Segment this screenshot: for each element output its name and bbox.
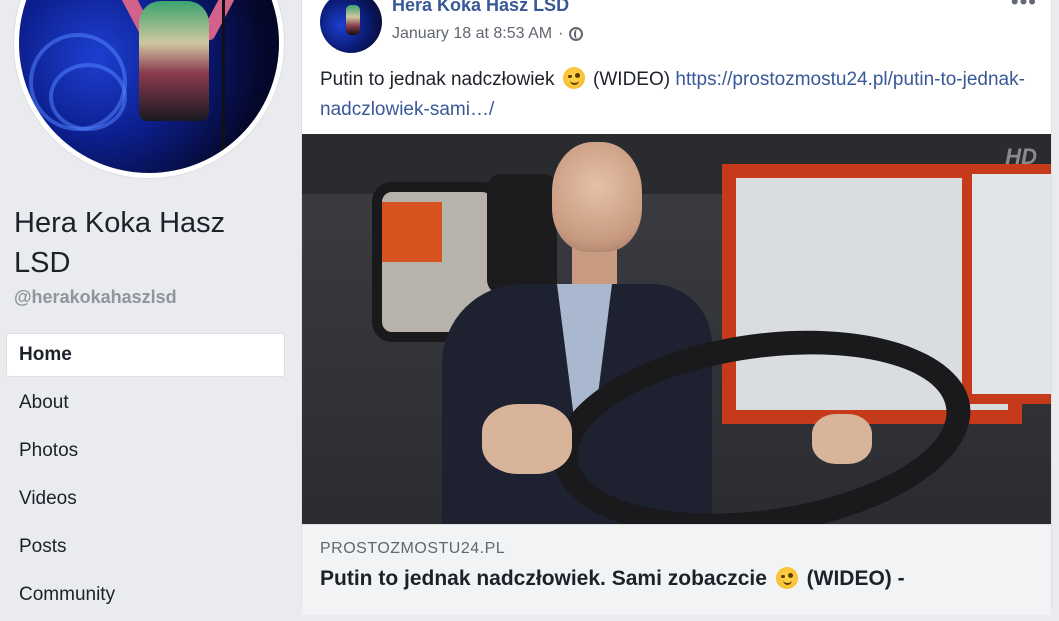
more-options-icon[interactable]: ••• bbox=[1011, 0, 1037, 13]
page-title[interactable]: Hera Koka Hasz LSD bbox=[14, 203, 274, 283]
nav-item-community[interactable]: Community bbox=[6, 573, 285, 617]
meta-separator: · bbox=[558, 25, 564, 42]
post-timestamp[interactable]: January 18 at 8:53 AM bbox=[392, 25, 552, 43]
post-message: Putin to jednak nadczłowiek (WIDEO) http… bbox=[320, 65, 1040, 125]
link-title-text: Putin to jednak nadczłowiek. Sami zobacz… bbox=[320, 567, 767, 590]
feed-post: Hera Koka Hasz LSD January 18 at 8:53 AM… bbox=[301, 0, 1052, 615]
page-navigation: Home About Photos Videos Posts Community bbox=[6, 333, 285, 621]
winking-face-icon bbox=[775, 567, 798, 589]
page-username[interactable]: @herakokahaszlsd bbox=[14, 287, 177, 308]
nav-item-about[interactable]: About bbox=[6, 381, 285, 425]
nav-item-posts[interactable]: Posts bbox=[6, 525, 285, 569]
nav-item-home[interactable]: Home bbox=[6, 333, 285, 377]
post-text-tag: (WIDEO) bbox=[593, 69, 671, 90]
link-title-suffix: (WIDEO) - bbox=[806, 567, 905, 590]
post-author-name[interactable]: Hera Koka Hasz LSD bbox=[392, 0, 569, 16]
link-preview-title[interactable]: Putin to jednak nadczłowiek. Sami zobacz… bbox=[320, 567, 905, 591]
winking-face-icon bbox=[562, 67, 585, 89]
post-meta: January 18 at 8:53 AM · bbox=[392, 25, 584, 43]
page-profile-picture[interactable] bbox=[14, 0, 284, 178]
video-player[interactable]: HD bbox=[302, 134, 1051, 524]
globe-icon[interactable] bbox=[569, 27, 584, 41]
profile-photo-image bbox=[19, 0, 279, 173]
nav-item-videos[interactable]: Videos bbox=[6, 477, 285, 521]
channel-logo: HD bbox=[1005, 144, 1037, 169]
author-avatar[interactable] bbox=[320, 0, 382, 53]
post-text-main: Putin to jednak nadczłowiek bbox=[320, 69, 555, 90]
nav-item-photos[interactable]: Photos bbox=[6, 429, 285, 473]
link-preview-domain: PROSTOZMOSTU24.PL bbox=[320, 540, 506, 557]
link-preview-card[interactable]: PROSTOZMOSTU24.PL Putin to jednak nadczł… bbox=[302, 524, 1051, 615]
